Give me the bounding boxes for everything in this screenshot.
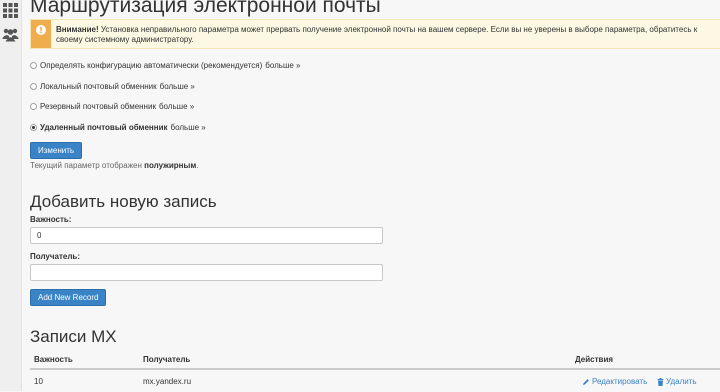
warning-strong: Внимание! bbox=[56, 25, 99, 34]
hint-prefix: Текущий параметр отображен bbox=[30, 161, 145, 170]
destination-label: Получатель: bbox=[30, 252, 80, 261]
current-setting-hint: Текущий параметр отображен полужирным. bbox=[30, 161, 198, 170]
option-remote-label: Удаленный почтовый обменник bbox=[40, 122, 168, 132]
edit-link[interactable]: Редактировать bbox=[582, 377, 647, 386]
option-backup-more-link[interactable]: больше » bbox=[159, 102, 194, 111]
option-auto-more-link[interactable]: больше » bbox=[265, 61, 300, 70]
option-local-label: Локальный почтовый обменник bbox=[40, 81, 157, 91]
grid-icon[interactable] bbox=[2, 2, 19, 19]
option-backup[interactable]: Резервный почтовый обменник больше » bbox=[30, 100, 194, 112]
row-priority: 10 bbox=[34, 377, 43, 386]
radio-backup[interactable] bbox=[30, 102, 37, 110]
delete-label: Удалить bbox=[666, 377, 697, 386]
warning-message: Установка неправильного параметра может … bbox=[56, 25, 698, 44]
delete-link[interactable]: Удалить bbox=[657, 377, 697, 386]
row-destination: mx.yandex.ru bbox=[143, 377, 192, 386]
column-destination[interactable]: Получатель bbox=[143, 355, 190, 364]
add-new-record-button[interactable]: Add New Record bbox=[30, 289, 107, 306]
sidebar bbox=[0, 0, 22, 391]
warning-alert: Внимание! Установка неправильного параме… bbox=[30, 19, 720, 49]
pencil-icon bbox=[583, 378, 589, 385]
option-remote[interactable]: Удаленный почтовый обменник больше » bbox=[30, 121, 206, 133]
column-actions: Действия bbox=[575, 355, 614, 364]
option-backup-label: Резервный почтовый обменник bbox=[40, 101, 156, 111]
mx-records-title: Записи MX bbox=[30, 327, 117, 346]
table-row: 10 mx.yandex.ru Редактировать Удалить bbox=[30, 372, 720, 392]
warning-text: Внимание! Установка неправильного параме… bbox=[56, 25, 720, 45]
option-local[interactable]: Локальный почтовый обменник больше » bbox=[30, 80, 195, 92]
option-auto-label: Определять конфигурацию автоматически (р… bbox=[40, 60, 263, 70]
users-icon[interactable] bbox=[2, 26, 19, 43]
warning-icon bbox=[31, 20, 51, 48]
trash-icon bbox=[657, 377, 664, 386]
option-auto[interactable]: Определять конфигурацию автоматически (р… bbox=[30, 59, 301, 71]
destination-input[interactable] bbox=[30, 264, 383, 281]
hint-bold: полужирным bbox=[144, 161, 197, 170]
change-button[interactable]: Изменить bbox=[30, 142, 83, 159]
radio-auto[interactable] bbox=[30, 61, 37, 69]
page-title: Маршрутизация электронной почты bbox=[30, 0, 381, 17]
option-local-more-link[interactable]: больше » bbox=[160, 82, 195, 91]
edit-label: Редактировать bbox=[592, 377, 648, 386]
priority-input[interactable] bbox=[30, 227, 383, 244]
add-record-title: Добавить новую запись bbox=[30, 192, 217, 211]
priority-label: Важность: bbox=[30, 215, 72, 224]
option-remote-more-link[interactable]: больше » bbox=[171, 123, 206, 132]
column-priority[interactable]: Важность bbox=[34, 355, 73, 364]
mx-table-header: Важность Получатель Действия bbox=[30, 352, 720, 370]
radio-remote[interactable] bbox=[30, 123, 37, 131]
hint-suffix: . bbox=[196, 161, 199, 170]
main-content: Маршрутизация электронной почты Внимание… bbox=[30, 0, 720, 391]
radio-local[interactable] bbox=[30, 82, 37, 90]
